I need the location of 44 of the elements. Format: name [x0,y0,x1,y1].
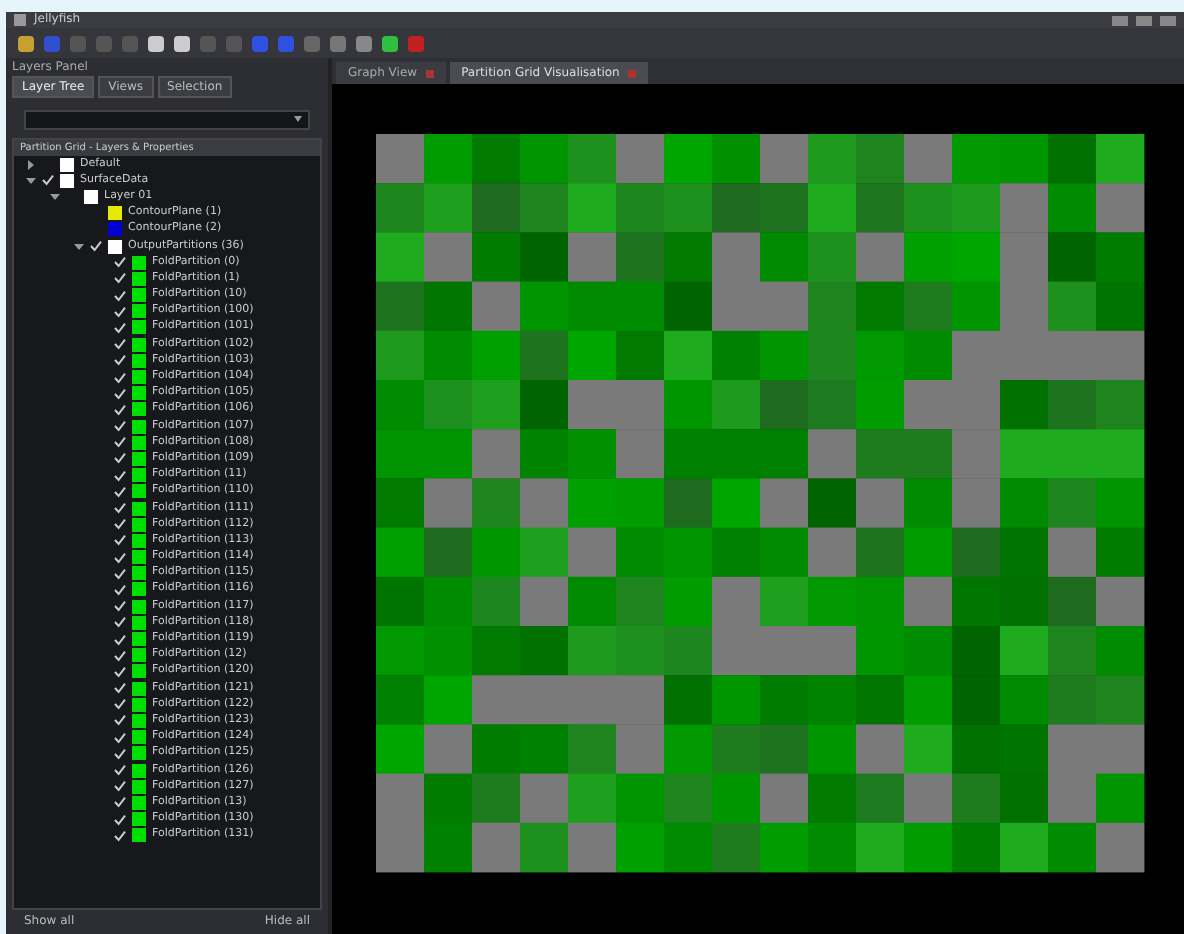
check-icon[interactable] [114,485,126,498]
check-icon[interactable] [114,665,126,678]
check-icon[interactable] [114,469,126,482]
check-icon[interactable] [114,698,126,711]
check-icon[interactable] [114,436,126,449]
check-icon[interactable] [114,747,126,760]
check-icon[interactable] [114,305,126,318]
check-icon[interactable] [114,731,126,744]
check-icon[interactable] [114,420,126,433]
check-icon[interactable] [114,714,126,727]
check-icon[interactable] [114,616,126,629]
check-icon[interactable] [114,272,126,285]
check-icon[interactable] [114,534,126,547]
check-icon[interactable] [114,567,126,580]
check-icon[interactable] [114,321,126,334]
check-icon[interactable] [114,633,126,646]
check-icon[interactable] [114,387,126,400]
check-icon[interactable] [90,240,102,253]
check-icon[interactable] [114,354,126,367]
check-icon[interactable] [114,829,126,842]
expand-arrow-icon[interactable] [26,175,36,186]
check-icon[interactable] [114,583,126,596]
expand-arrow-icon[interactable] [50,191,60,202]
check-icon[interactable] [114,682,126,695]
check-icon[interactable] [114,796,126,809]
check-icon[interactable] [114,600,126,613]
check-icon[interactable] [114,289,126,302]
check-icon[interactable] [114,256,126,269]
check-icon[interactable] [114,403,126,416]
check-icon[interactable] [114,502,126,515]
app-icon [14,14,26,26]
check-icon[interactable] [114,338,126,351]
check-icon[interactable] [114,780,126,793]
check-icon[interactable] [42,174,54,187]
check-icon[interactable] [114,649,126,662]
check-icon[interactable] [114,551,126,564]
check-icon[interactable] [114,813,126,826]
check-icon[interactable] [114,764,126,777]
check-icon[interactable] [114,371,126,384]
expand-arrow-icon[interactable] [74,241,84,252]
expand-arrow-icon[interactable] [26,159,36,170]
check-icon[interactable] [114,518,126,531]
check-icon[interactable] [114,452,126,465]
caret-icon [294,115,302,125]
